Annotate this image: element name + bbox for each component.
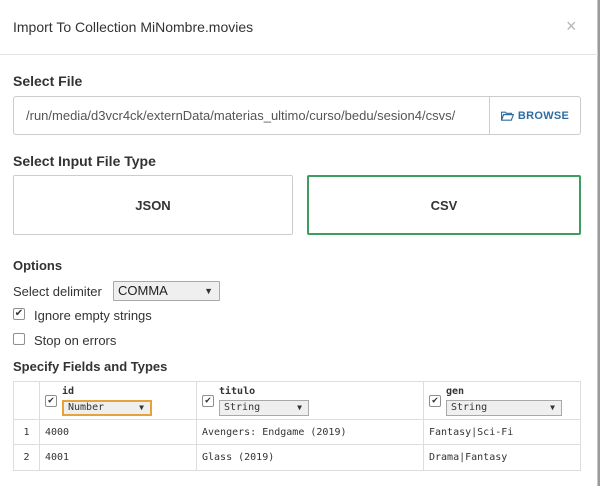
type-value-id: Number [68,402,105,413]
ignore-empty-checkbox[interactable]: ✔ [13,308,25,320]
type-value-titulo: String [224,402,261,413]
checkmark-icon: ✔ [204,395,212,406]
csv-type-label: CSV [430,197,458,213]
column-name-id: id [62,386,75,397]
delimiter-select[interactable]: COMMA ▼ [113,281,220,301]
column-header-id: ✔ id Number ▼ [40,382,197,419]
cell-value: Drama|Fantasy [429,452,508,463]
table-row: 2 4001 Glass (2019) Drama|Fantasy [14,445,580,470]
delimiter-label: Select delimiter [13,284,102,299]
fields-table: ✔ id Number ▼ ✔ titulo String ▼ ✔ gen St… [13,381,581,471]
caret-down-icon: ▼ [204,286,213,296]
ignore-empty-label: Ignore empty strings [34,308,152,323]
row-number-cell: 1 [14,420,40,444]
json-type-button[interactable]: JSON [13,175,293,235]
checkmark-icon: ✔ [14,308,24,319]
checkmark-icon: ✔ [47,395,55,406]
select-file-label: Select File [13,73,83,89]
options-label: Options [13,258,63,273]
browse-label: BROWSE [517,109,570,122]
caret-down-icon: ▼ [550,403,555,412]
column-header-gen: ✔ gen String ▼ [424,382,580,419]
column-name-titulo: titulo [219,386,256,397]
caret-down-icon: ▼ [139,403,144,412]
column-name-gen: gen [446,386,465,397]
table-header-row: ✔ id Number ▼ ✔ titulo String ▼ ✔ gen St… [14,382,580,420]
column-checkbox-titulo[interactable]: ✔ [202,395,214,407]
dialog-header: Import To Collection MiNombre.movies × [0,0,598,55]
csv-type-button[interactable]: CSV [307,175,581,235]
row-number: 2 [23,452,30,463]
type-value-gen: String [451,402,488,413]
type-select-gen[interactable]: String ▼ [446,400,562,416]
stop-on-errors-label: Stop on errors [34,333,117,348]
cell-value: 4000 [45,427,70,438]
fields-label: Specify Fields and Types [13,359,168,374]
table-cell-gen: Fantasy|Sci-Fi [424,420,580,444]
browse-button[interactable]: BROWSE [489,97,580,134]
column-checkbox-gen[interactable]: ✔ [429,395,441,407]
import-dialog: Import To Collection MiNombre.movies × S… [0,0,598,486]
table-cell-titulo: Glass (2019) [197,445,424,470]
cell-value: Glass (2019) [202,452,275,463]
dialog-title: Import To Collection MiNombre.movies [13,19,254,35]
cell-value: Fantasy|Sci-Fi [429,427,514,438]
table-cell-id: 4001 [40,445,197,470]
table-cell-titulo: Avengers: Endgame (2019) [197,420,424,444]
table-cell-gen: Drama|Fantasy [424,445,580,470]
column-header-titulo: ✔ titulo String ▼ [197,382,424,419]
table-cell-id: 4000 [40,420,197,444]
json-type-label: JSON [135,197,171,213]
row-number-cell: 2 [14,445,40,470]
caret-down-icon: ▼ [297,403,302,412]
row-number: 1 [23,427,30,438]
stop-on-errors-checkbox[interactable] [13,333,25,345]
cell-value: Avengers: Endgame (2019) [202,427,347,438]
close-icon[interactable]: × [566,17,577,35]
delimiter-value: COMMA [118,283,168,298]
cell-value: 4001 [45,452,70,463]
column-checkbox-id[interactable]: ✔ [45,395,57,407]
rownum-header-cell [14,382,40,419]
file-picker: BROWSE [13,96,581,135]
checkmark-icon: ✔ [431,395,439,406]
type-select-id[interactable]: Number ▼ [62,400,152,416]
file-path-input[interactable] [14,97,489,134]
table-row: 1 4000 Avengers: Endgame (2019) Fantasy|… [14,420,580,445]
folder-open-icon [500,111,514,121]
file-type-label: Select Input File Type [13,153,156,169]
type-select-titulo[interactable]: String ▼ [219,400,309,416]
